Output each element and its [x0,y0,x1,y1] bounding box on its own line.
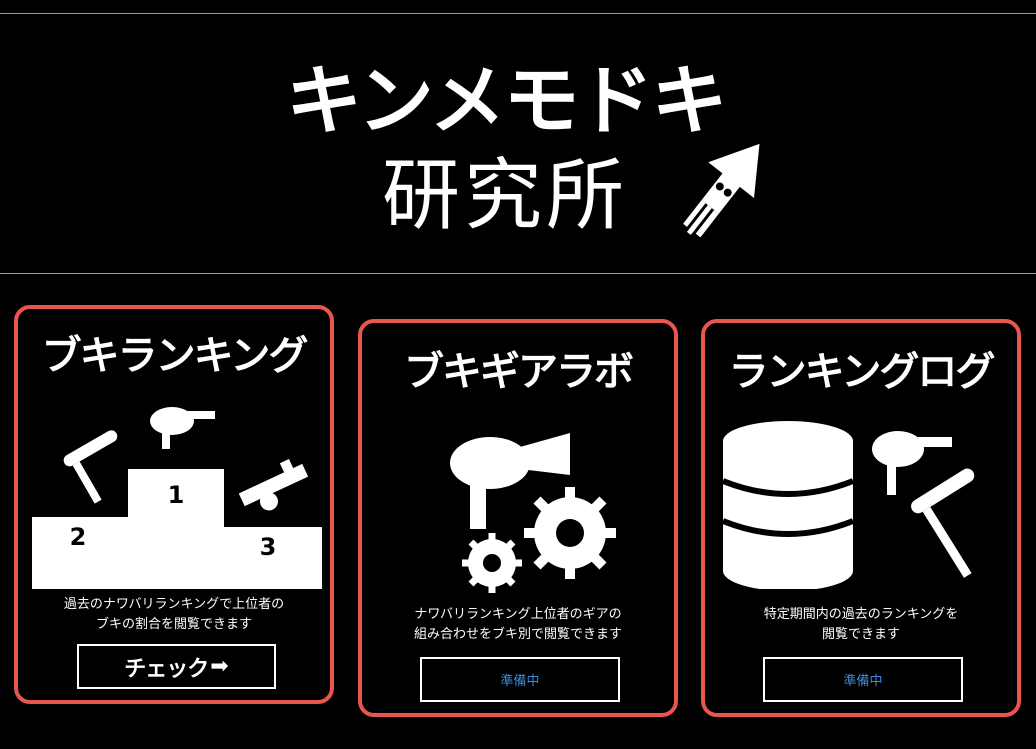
weapon-icon [150,407,215,449]
card-title: ランキングログ [728,349,996,395]
card-weapon-ranking[interactable]: ブキランキング 1 2 3 過去のナワバリランキングで上位者の ブキの割合を閲覧… [14,305,334,704]
site-logo[interactable]: キンメモドキ 研究所 [260,40,780,260]
top-divider [0,13,1036,14]
podium-third-label: 3 [260,533,277,561]
header-divider [0,273,1036,274]
card-weapon-gear-lab[interactable]: ブキギアラボ ナワバリランキング上位者のギアの 組み合わせをブキ別で閲覧できます… [358,319,678,717]
arrow-right-icon: ➡ [210,654,229,679]
podium-second-label: 2 [70,523,87,551]
check-button[interactable]: チェック ➡ [77,644,276,689]
weapon-icon [238,459,309,511]
database-icon [723,421,855,589]
card-title: ブキギアラボ [404,349,634,395]
logo-title-line2: 研究所 [381,151,628,241]
card-description: ナワバリランキング上位者のギアの 組み合わせをブキ別で閲覧できます [413,607,622,642]
weapon-icon [911,468,975,578]
gear-icon [524,487,616,579]
card-description: 特定期間内の過去のランキングを 閲覧できます [763,607,959,642]
podium-first-label: 1 [168,481,185,509]
card-description: 過去のナワバリランキングで上位者の ブキの割合を閲覧できます [63,597,285,632]
pending-button-label: 準備中 [500,674,540,689]
card-title: ブキランキング [41,333,309,379]
gear-icon [462,533,522,593]
pending-button[interactable]: 準備中 [420,657,620,702]
pending-button-label: 準備中 [843,674,883,689]
gear-lab-illustration [450,433,616,593]
logo-title-line1: キンメモドキ [286,56,727,145]
ranking-log-illustration [723,421,975,589]
podium-illustration: 1 2 3 [32,407,322,589]
pending-button[interactable]: 準備中 [763,657,963,702]
squid-arrow-icon [683,143,760,238]
check-button-label: チェック [124,656,209,682]
card-ranking-log[interactable]: ランキングログ 特定期間内の過去のランキングを 閲覧できます 準備中 [701,319,1021,717]
